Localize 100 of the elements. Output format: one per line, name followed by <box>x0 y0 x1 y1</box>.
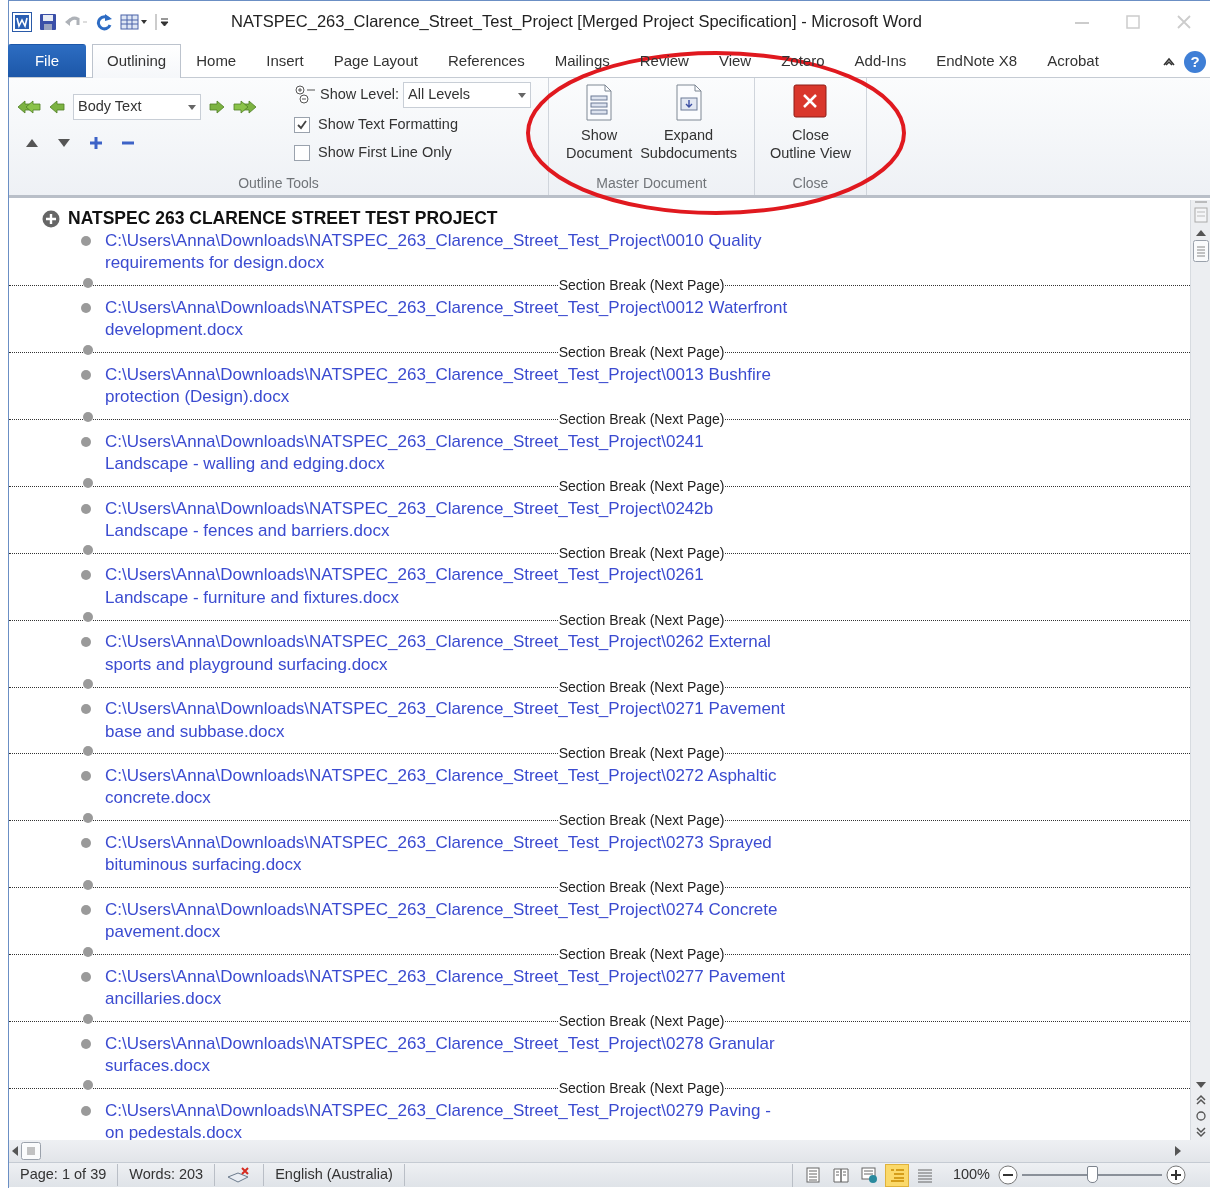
bullet-icon <box>83 679 93 690</box>
web-layout-icon <box>859 1166 878 1184</box>
language-indicator[interactable]: English (Australia) <box>264 1164 405 1186</box>
table-icon[interactable] <box>120 12 148 31</box>
move-down-icon[interactable] <box>57 138 71 148</box>
checkbox[interactable] <box>294 116 310 133</box>
bullet-icon <box>83 277 93 288</box>
section-break-label: Section Break (Next Page) <box>557 276 726 296</box>
scroll-thumb[interactable] <box>1192 240 1209 262</box>
group-label: Outline Tools <box>237 174 320 193</box>
expand-plus-icon[interactable] <box>89 136 103 150</box>
zoom-slider-thumb[interactable] <box>1087 1166 1098 1183</box>
document-icon <box>585 84 614 122</box>
double-right-arrow-icon[interactable] <box>233 99 257 115</box>
bullet-icon <box>81 436 91 447</box>
bullet-icon <box>83 745 93 756</box>
expand-subdocuments-button[interactable]: Expand Subdocuments <box>636 78 741 173</box>
level-dropdown[interactable]: All Levels <box>403 82 531 108</box>
bullet-icon <box>81 637 91 648</box>
bullet-icon <box>81 302 91 313</box>
section-break-label: Section Break (Next Page) <box>557 677 726 697</box>
subdocument-link[interactable]: C:\Users\Anna\Downloads\NATSPEC_263_Clarence_Street_Test_Project\0010 Quality requirements for design.docx <box>105 230 762 275</box>
bullet-icon <box>83 946 93 957</box>
bullet-icon <box>83 1013 93 1024</box>
subdocument-link[interactable]: C:\Users\Anna\Downloads\NATSPEC_263_Clarence_Street_Test_Project\0274 Concrete pavement.docx <box>105 898 778 944</box>
subdocument-link[interactable]: C:\Users\Anna\Downloads\NATSPEC_263_Clarence_Street_Test_Project\0012 Waterfront development.docx <box>105 296 788 342</box>
right-arrow-icon[interactable] <box>209 99 225 115</box>
ribbon-tab[interactable]: EndNote X8 <box>921 44 1033 77</box>
word-count[interactable]: Words: 203 <box>118 1164 216 1186</box>
file-tab[interactable]: File <box>8 44 86 77</box>
help-button[interactable]: ? <box>1184 51 1206 73</box>
ribbon-tab[interactable]: Acrobat <box>1032 44 1114 77</box>
bullet-icon <box>83 812 93 823</box>
section-break-label: Section Break (Next Page) <box>557 744 726 764</box>
section-break-label: Section Break (Next Page) <box>557 476 726 496</box>
ribbon-tab[interactable]: References <box>433 44 540 77</box>
zoom-out-icon[interactable] <box>998 1165 1018 1185</box>
subdocument-link[interactable]: C:\Users\Anna\Downloads\NATSPEC_263_Clarence_Street_Test_Project\0013 Bushfire protection (Design).docx <box>105 363 771 409</box>
section-break-label: Section Break (Next Page) <box>557 1078 726 1098</box>
customize-caret-icon[interactable] <box>155 12 169 31</box>
subdocument-link[interactable]: C:\Users\Anna\Downloads\NATSPEC_263_Clarence_Street_Test_Project\0271 Pavement base and subbase.docx <box>105 698 786 743</box>
checkbox[interactable] <box>294 144 310 161</box>
page-count[interactable]: Page: 1 of 39 <box>9 1164 119 1186</box>
checkbox-label: Show Text Formatting <box>318 115 458 134</box>
section-break-label: Section Break (Next Page) <box>557 610 726 630</box>
checkbox-label: Show First Line Only <box>318 142 452 162</box>
show-document-button[interactable]: Show Document <box>562 78 637 173</box>
scroll-thumb[interactable] <box>21 1142 41 1160</box>
bullet-icon <box>81 904 91 915</box>
ruler-toggle-icon[interactable] <box>1192 200 1209 226</box>
word-logo-icon[interactable] <box>12 11 32 32</box>
bullet-icon <box>83 411 93 422</box>
double-left-arrow-icon[interactable] <box>17 99 41 115</box>
subdocument-link[interactable]: C:\Users\Anna\Downloads\NATSPEC_263_Clarence_Street_Test_Project\0272 Asphaltic concrete.docx <box>105 765 777 810</box>
select-browse-object-icon[interactable] <box>1194 1108 1207 1124</box>
ribbon-tab[interactable]: View <box>703 44 767 77</box>
bullet-icon <box>81 1105 91 1116</box>
collapse-ribbon-icon[interactable] <box>1162 56 1176 68</box>
move-up-icon[interactable] <box>25 138 39 148</box>
subdocument-link[interactable]: C:\Users\Anna\Downloads\NATSPEC_263_Clarence_Street_Test_Project\0242b Landscape - fences and barriers.docx <box>105 497 714 543</box>
section-break-label: Section Break (Next Page) <box>557 878 726 898</box>
subdocument-link[interactable]: C:\Users\Anna\Downloads\NATSPEC_263_Clarence_Street_Test_Project\0277 Pavement ancillaries.docx <box>105 965 786 1011</box>
left-arrow-icon[interactable] <box>49 99 65 115</box>
zoom-level[interactable]: 100% <box>952 1164 990 1186</box>
ribbon-tab[interactable]: Home <box>181 44 252 77</box>
draft-view-icon <box>915 1166 934 1184</box>
dropdown-caret-icon <box>518 92 526 98</box>
bullet-icon <box>81 1038 91 1049</box>
section-break-label: Section Break (Next Page) <box>557 811 726 831</box>
save-icon[interactable] <box>39 12 57 31</box>
section-break-label: Section Break (Next Page) <box>557 1012 726 1032</box>
bullet-icon <box>81 236 91 246</box>
subdocument-link[interactable]: C:\Users\Anna\Downloads\NATSPEC_263_Clarence_Street_Test_Project\0261 Landscape - furniture and fixtures.docx <box>105 564 704 610</box>
ribbon-tab[interactable]: Page Layout <box>318 44 433 77</box>
ribbon-tab[interactable]: Insert <box>251 44 319 77</box>
ribbon-tab[interactable]: Mailings <box>539 44 625 77</box>
bullet-icon <box>81 503 91 514</box>
expand-plus-icon[interactable] <box>42 209 60 228</box>
subdocument-link[interactable]: C:\Users\Anna\Downloads\NATSPEC_263_Clarence_Street_Test_Project\0278 Granular surfaces.docx <box>105 1032 775 1078</box>
style-dropdown[interactable]: Body Text <box>73 94 201 120</box>
zoom-in-icon[interactable] <box>1166 1165 1186 1185</box>
redo-icon[interactable] <box>95 12 113 31</box>
close-outline-view-button[interactable]: Close Outline View <box>765 78 856 173</box>
bullet-icon <box>81 570 91 581</box>
subdocument-link[interactable]: C:\Users\Anna\Downloads\NATSPEC_263_Clarence_Street_Test_Project\0241 Landscape - walling and edging.docx <box>105 430 704 476</box>
close-icon <box>793 84 828 118</box>
subdocument-link[interactable]: C:\Users\Anna\Downloads\NATSPEC_263_Clarence_Street_Test_Project\0262 External sports and playground surfacing.docx <box>105 631 771 676</box>
section-break-label: Section Break (Next Page) <box>557 343 726 363</box>
group-label: Master Document <box>595 174 708 193</box>
expand-document-icon <box>674 84 703 122</box>
bullet-icon <box>83 1080 93 1091</box>
next-page-icon[interactable] <box>1194 1124 1207 1140</box>
bullet-icon <box>83 545 93 556</box>
ribbon-tab[interactable]: Add-Ins <box>839 44 922 77</box>
bullet-icon <box>83 879 93 890</box>
outline-heading: NATSPEC 263 CLARENCE STREET TEST PROJECT <box>68 207 498 231</box>
ribbon-tab[interactable]: Outlining <box>92 44 182 78</box>
bullet-icon <box>83 478 93 489</box>
show-level-label: Show Level: <box>320 85 399 105</box>
subdocument-link[interactable]: C:\Users\Anna\Downloads\NATSPEC_263_Clarence_Street_Test_Project\0273 Sprayed bituminous surfacing.docx <box>105 832 772 877</box>
